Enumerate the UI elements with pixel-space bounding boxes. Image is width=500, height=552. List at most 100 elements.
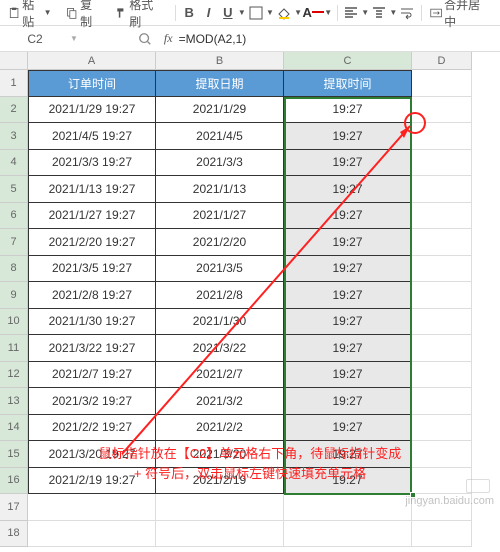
cell[interactable]: 2021/2/20 19:27 [28,229,156,256]
cell[interactable] [412,150,472,177]
cell[interactable] [412,309,472,336]
italic-button[interactable]: I [199,2,218,24]
cell[interactable]: 19:27 [284,229,412,256]
cell[interactable]: 2021/3/20 [156,441,284,468]
underline-button[interactable]: U [218,2,237,24]
cell[interactable] [156,494,284,521]
cell[interactable]: 2021/1/27 19:27 [28,203,156,230]
cell[interactable] [412,468,472,495]
cell[interactable] [412,70,472,97]
cell[interactable] [412,362,472,389]
cell[interactable]: 提取日期 [156,70,284,97]
cell[interactable]: 19:27 [284,123,412,150]
cell[interactable]: 2021/3/3 19:27 [28,150,156,177]
cell-reference[interactable]: C2 [0,32,70,46]
cell[interactable]: 19:27 [284,441,412,468]
cell[interactable] [28,494,156,521]
align-top-button[interactable] [370,2,389,24]
cell[interactable]: 2021/1/29 [156,97,284,124]
cell[interactable]: 2021/1/27 [156,203,284,230]
fill-color-button[interactable] [274,2,293,24]
bold-button[interactable]: B [180,2,199,24]
cell[interactable]: 19:27 [284,468,412,495]
row-header[interactable]: 8 [0,256,28,283]
cell[interactable] [412,521,472,548]
merge-button[interactable]: 合并居中 [426,0,490,32]
row-header[interactable]: 6 [0,203,28,230]
cell[interactable] [412,335,472,362]
row-header[interactable]: 17 [0,494,28,521]
fx-icon[interactable]: fx [164,31,173,46]
cell[interactable]: 2021/1/13 19:27 [28,176,156,203]
cell[interactable] [412,415,472,442]
cell[interactable]: 19:27 [284,203,412,230]
col-header-c[interactable]: C [284,52,412,70]
col-header-d[interactable]: D [412,52,472,70]
cell[interactable] [284,494,412,521]
row-header[interactable]: 7 [0,229,28,256]
cellref-dropdown-icon[interactable]: ▼ [70,34,78,43]
paste-dropdown-icon[interactable]: ▼ [43,2,52,24]
cell[interactable]: 2021/3/2 19:27 [28,388,156,415]
font-color-dropdown-icon[interactable]: ▼ [324,2,333,24]
col-header-b[interactable]: B [156,52,284,70]
cell[interactable]: 2021/2/2 [156,415,284,442]
cell[interactable]: 19:27 [284,256,412,283]
cell[interactable] [412,282,472,309]
copy-button[interactable]: 复制 [62,0,105,32]
cell[interactable]: 19:27 [284,415,412,442]
cell[interactable] [412,256,472,283]
cell[interactable]: 2021/4/5 19:27 [28,123,156,150]
spreadsheet-grid[interactable]: A B C D 1订单时间提取日期提取时间22021/1/29 19:27202… [0,52,500,547]
font-color-button[interactable]: A [302,2,323,24]
search-icon[interactable] [138,32,152,46]
cell[interactable]: 2021/2/8 19:27 [28,282,156,309]
cell[interactable]: 订单时间 [28,70,156,97]
row-header[interactable]: 1 [0,70,28,97]
cell[interactable]: 19:27 [284,176,412,203]
cell[interactable]: 2021/1/13 [156,176,284,203]
cell[interactable]: 2021/3/22 19:27 [28,335,156,362]
cell[interactable]: 19:27 [284,97,412,124]
row-header[interactable]: 9 [0,282,28,309]
cell[interactable]: 2021/4/5 [156,123,284,150]
format-painter-button[interactable]: 格式刷 [111,0,165,32]
cell[interactable]: 2021/1/30 19:27 [28,309,156,336]
cell[interactable] [412,441,472,468]
cell[interactable]: 2021/3/5 [156,256,284,283]
row-header[interactable]: 14 [0,415,28,442]
align-left-button[interactable] [342,2,361,24]
cell[interactable] [412,97,472,124]
row-header[interactable]: 18 [0,521,28,548]
cell[interactable]: 19:27 [284,309,412,336]
row-header[interactable]: 13 [0,388,28,415]
border-dropdown-icon[interactable]: ▼ [266,2,275,24]
cell[interactable]: 提取时间 [284,70,412,97]
border-button[interactable] [246,2,265,24]
cell[interactable] [412,123,472,150]
cell[interactable]: 2021/3/20 19:27 [28,441,156,468]
formula-input[interactable] [179,32,500,46]
fill-dropdown-icon[interactable]: ▼ [294,2,303,24]
select-all-corner[interactable] [0,52,28,70]
cell[interactable] [412,388,472,415]
align-h-dropdown-icon[interactable]: ▼ [361,2,370,24]
row-header[interactable]: 15 [0,441,28,468]
cell[interactable]: 2021/2/19 [156,468,284,495]
row-header[interactable]: 2 [0,97,28,124]
wrap-text-button[interactable] [398,2,417,24]
cell[interactable] [412,203,472,230]
row-header[interactable]: 4 [0,150,28,177]
row-header[interactable]: 16 [0,468,28,495]
paste-button[interactable]: 粘贴 ▼ [4,0,56,32]
cell[interactable]: 19:27 [284,388,412,415]
cell[interactable]: 2021/3/5 19:27 [28,256,156,283]
row-header[interactable]: 10 [0,309,28,336]
row-header[interactable]: 3 [0,123,28,150]
cell[interactable]: 2021/3/3 [156,150,284,177]
cell[interactable]: 2021/2/7 19:27 [28,362,156,389]
row-header[interactable]: 5 [0,176,28,203]
row-header[interactable]: 12 [0,362,28,389]
cell[interactable]: 19:27 [284,282,412,309]
row-header[interactable]: 11 [0,335,28,362]
